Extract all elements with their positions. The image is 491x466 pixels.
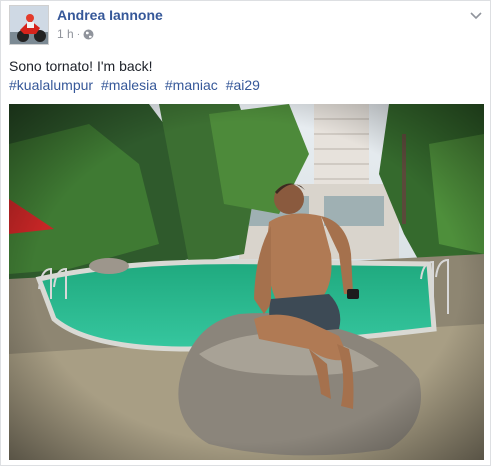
hashtag-link[interactable]: #maniac [165,77,218,93]
facebook-post: Andrea Iannone 1 h · Sono tornato! I'm b… [0,0,491,466]
hashtag-list: #kualalumpur #malesia #maniac #ai29 [9,76,479,95]
hashtag-link[interactable]: #malesia [101,77,157,93]
meta-separator: · [76,28,81,40]
hashtag-link[interactable]: #kualalumpur [9,77,93,93]
chevron-down-icon[interactable] [468,7,484,23]
post-text: Sono tornato! I'm back! #kualalumpur #ma… [9,57,479,95]
hashtag-link[interactable]: #ai29 [226,77,260,93]
post-header: Andrea Iannone 1 h · [9,5,484,45]
author-avatar[interactable] [9,5,49,45]
post-photo[interactable] [9,104,484,460]
author-name[interactable]: Andrea Iannone [57,7,163,23]
photo-pool-scene [9,104,484,460]
post-message: Sono tornato! I'm back! [9,58,153,74]
post-meta: 1 h · [57,27,94,41]
post-timestamp[interactable]: 1 h [57,27,74,41]
globe-icon[interactable] [83,29,94,40]
